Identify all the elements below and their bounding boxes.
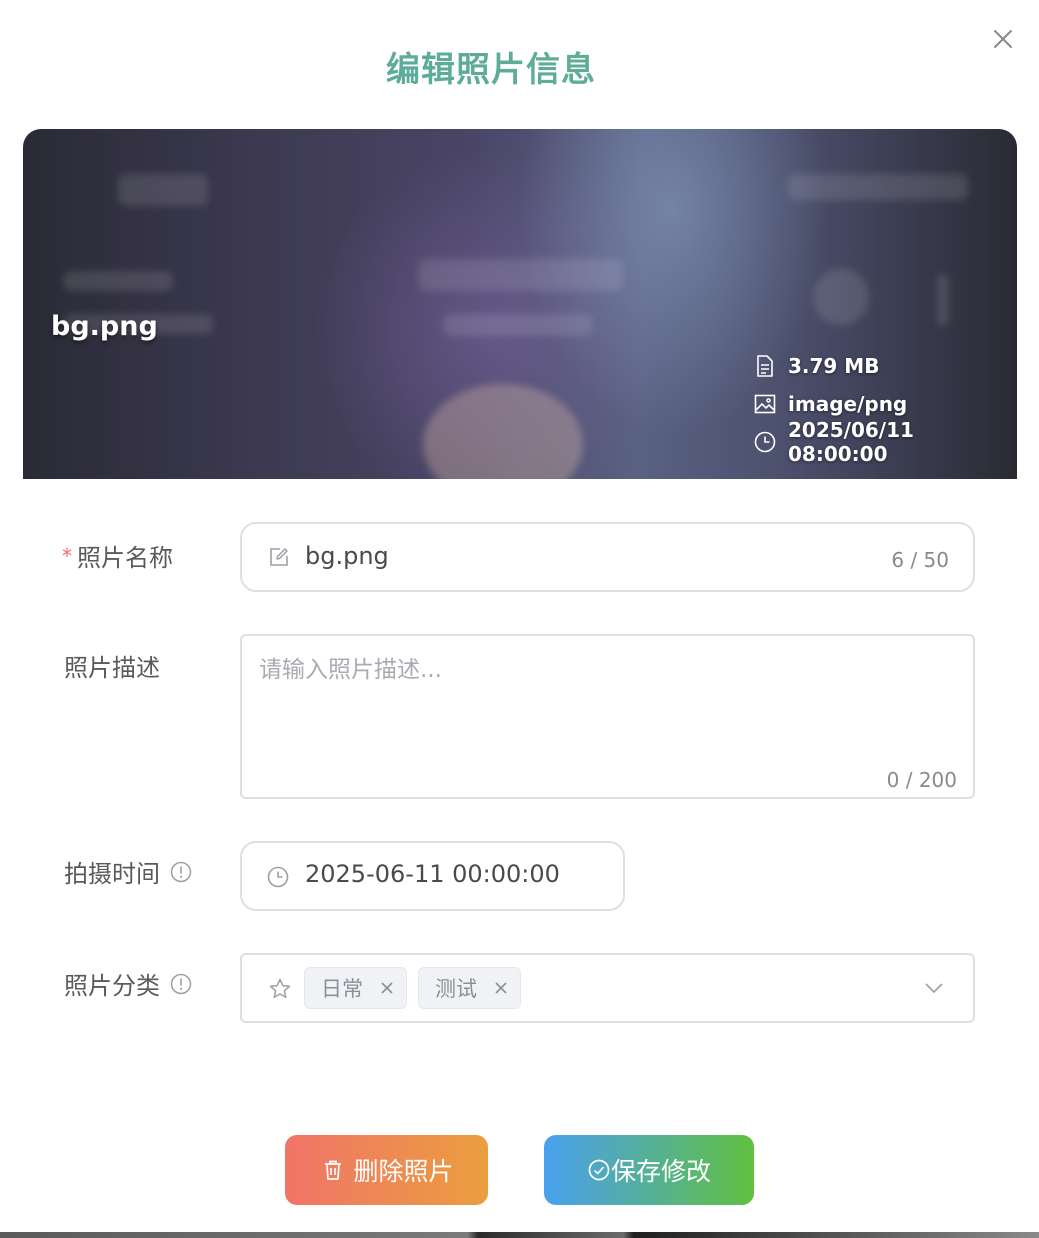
delete-photo-label: 删除照片 (353, 1157, 454, 1186)
category-select[interactable]: 日常 测试 (240, 953, 975, 1023)
preview-file-name: bg.png (51, 311, 158, 342)
save-changes-button[interactable]: 保存修改 (544, 1135, 754, 1205)
edit-icon (268, 546, 290, 568)
close-icon[interactable] (493, 980, 509, 996)
name-label: * 照片名称 (62, 538, 173, 573)
delete-photo-button[interactable]: 删除照片 (285, 1135, 488, 1205)
star-icon (268, 977, 292, 1001)
category-tag-label: 日常 (321, 977, 363, 1001)
meta-type-value: image/png (788, 392, 908, 416)
preview-blur-shape (937, 274, 949, 326)
category-label: 照片分类 (64, 966, 192, 1001)
file-icon (753, 354, 777, 378)
close-icon[interactable] (379, 980, 395, 996)
form-row-description: 照片描述 请输入照片描述... 0 / 200 (0, 634, 1039, 799)
shot-time-label-text: 拍摄时间 (64, 860, 160, 888)
check-circle-icon (587, 1158, 611, 1182)
photo-preview: bg.png 3.79 MB image/png 2025/06/11 08:0… (23, 129, 1017, 479)
description-char-counter: 0 / 200 (886, 768, 957, 792)
description-textarea[interactable]: 请输入照片描述... 0 / 200 (240, 634, 975, 799)
save-changes-label: 保存修改 (610, 1157, 711, 1186)
category-tag: 测试 (418, 967, 521, 1009)
preview-blur-shape (63, 271, 173, 291)
clock-icon (267, 866, 289, 888)
form-row-shot-time: 拍摄时间 2025-06-11 00:00:00 (0, 841, 1039, 911)
chevron-down-icon[interactable] (923, 980, 945, 996)
meta-time: 2025/06/11 08:00:00 (753, 418, 1017, 466)
meta-size: 3.79 MB (753, 347, 1017, 385)
info-icon[interactable] (170, 973, 192, 995)
edit-photo-dialog: 编辑照片信息 bg.png 3.79 MB image/png 2025/06/… (0, 0, 1039, 1238)
name-input-value: bg.png (305, 542, 389, 570)
form-row-name: * 照片名称 bg.png 6 / 50 (0, 522, 1039, 592)
preview-blur-shape (788, 174, 968, 200)
clock-icon (753, 430, 777, 454)
category-label-text: 照片分类 (64, 972, 160, 1000)
shot-time-picker[interactable]: 2025-06-11 00:00:00 (240, 841, 625, 911)
name-label-text: 照片名称 (77, 544, 173, 572)
form-row-category: 照片分类 日常 测试 (0, 953, 1039, 1023)
name-char-counter: 6 / 50 (891, 548, 949, 572)
shot-time-value: 2025-06-11 00:00:00 (305, 860, 560, 888)
shot-time-label: 拍摄时间 (64, 854, 192, 889)
close-icon (988, 24, 1018, 54)
meta-size-value: 3.79 MB (788, 354, 880, 378)
close-button[interactable] (988, 24, 1018, 54)
category-tag-label: 测试 (435, 977, 477, 1001)
category-tag: 日常 (304, 967, 407, 1009)
preview-blur-shape (443, 314, 593, 336)
preview-blur-shape (423, 384, 583, 479)
info-icon[interactable] (170, 861, 192, 883)
preview-meta: 3.79 MB image/png 2025/06/11 08:00:00 (753, 347, 1017, 466)
dialog-title: 编辑照片信息 (0, 42, 982, 91)
background-edge (0, 1232, 1039, 1238)
meta-time-value: 2025/06/11 08:00:00 (788, 418, 914, 466)
name-input[interactable]: bg.png 6 / 50 (240, 522, 975, 592)
preview-blur-shape (418, 259, 623, 291)
preview-blur-shape (118, 174, 208, 206)
required-mark: * (62, 543, 72, 568)
description-placeholder: 请输入照片描述... (259, 657, 442, 683)
image-icon (753, 392, 777, 416)
description-label: 照片描述 (64, 654, 160, 682)
preview-blur-shape (813, 269, 869, 325)
trash-icon (319, 1156, 347, 1184)
